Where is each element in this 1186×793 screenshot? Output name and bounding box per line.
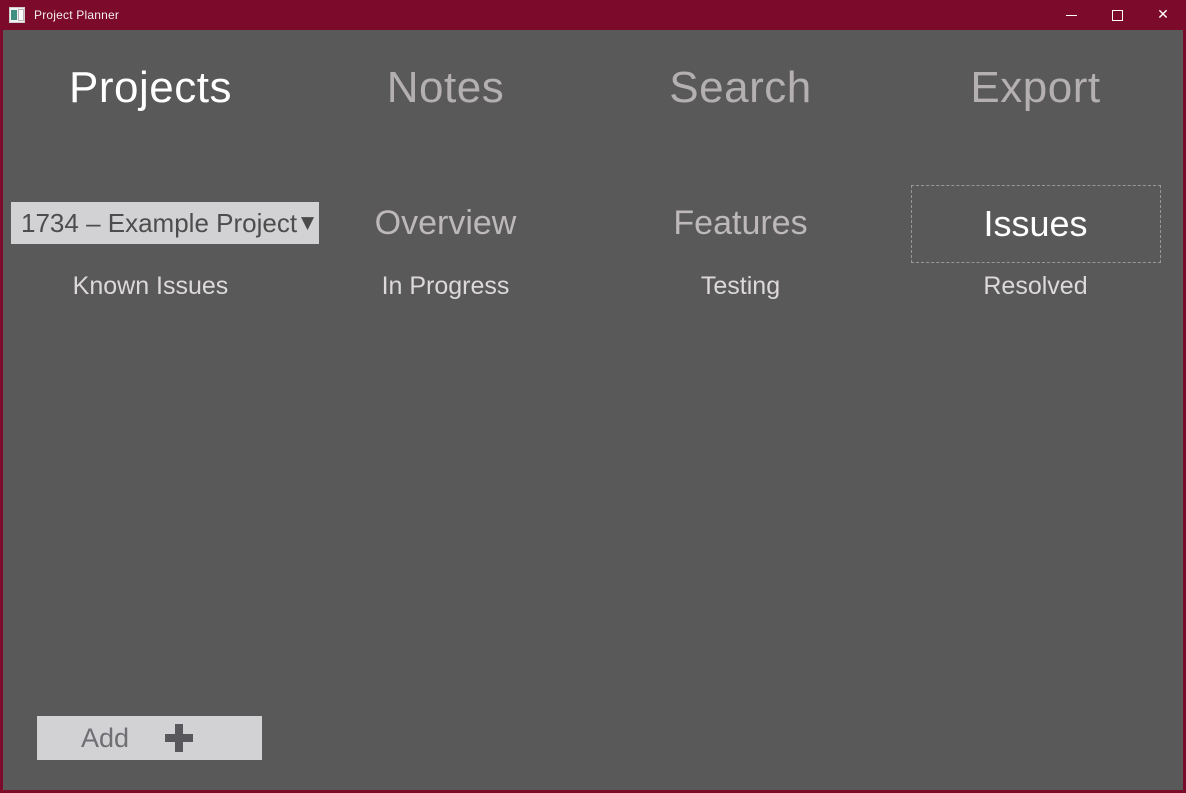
controls-row: 1734 – Example Project ▼ Overview Featur… <box>3 182 1183 264</box>
header-cell-search[interactable]: Search <box>593 52 888 124</box>
sublabel-known-issues[interactable]: Known Issues <box>73 271 229 301</box>
header-tab-export[interactable]: Export <box>970 63 1100 113</box>
maximize-button[interactable] <box>1094 0 1140 30</box>
app-window-icon <box>9 7 25 23</box>
sublabel-resolved[interactable]: Resolved <box>983 271 1087 301</box>
add-button[interactable]: Add <box>37 716 262 760</box>
app-icon-pane-right <box>18 9 24 21</box>
section-title-overview[interactable]: Overview <box>375 203 517 243</box>
sublabel-cell-known-issues[interactable]: Known Issues <box>3 264 298 308</box>
control-cell-features[interactable]: Features <box>593 182 888 264</box>
client-area: Projects Notes Search Export 1734 – Exam… <box>3 30 1183 790</box>
control-cell-overview[interactable]: Overview <box>298 182 593 264</box>
close-icon: ✕ <box>1157 7 1169 23</box>
close-button[interactable]: ✕ <box>1140 0 1186 30</box>
issues-button[interactable]: Issues <box>910 185 1161 263</box>
sublabel-in-progress[interactable]: In Progress <box>382 271 510 301</box>
control-cell-project: 1734 – Example Project ▼ <box>3 182 319 264</box>
sublabel-cell-testing[interactable]: Testing <box>593 264 888 308</box>
minimize-icon <box>1065 14 1077 16</box>
issues-button-label: Issues <box>983 203 1088 244</box>
maximize-icon <box>1111 9 1123 21</box>
add-button-label: Add <box>81 723 130 753</box>
header-tab-row: Projects Notes Search Export <box>3 52 1183 124</box>
control-cell-issues: Issues <box>888 182 1183 264</box>
sublabel-cell-in-progress[interactable]: In Progress <box>298 264 593 308</box>
sublabel-row: Known Issues In Progress Testing Resolve… <box>3 264 1183 308</box>
project-select-value: 1734 – Example Project <box>21 208 298 238</box>
sublabel-cell-resolved[interactable]: Resolved <box>888 264 1183 308</box>
sublabel-testing[interactable]: Testing <box>701 271 780 301</box>
header-tab-notes[interactable]: Notes <box>387 63 504 113</box>
header-cell-notes[interactable]: Notes <box>298 52 593 124</box>
plus-icon <box>165 724 194 752</box>
window-controls: ✕ <box>1048 0 1186 30</box>
application-window: Project Planner ✕ Projects Notes Search <box>0 0 1186 793</box>
titlebar[interactable]: Project Planner ✕ <box>0 0 1186 30</box>
header-tab-search[interactable]: Search <box>669 63 811 113</box>
section-title-features[interactable]: Features <box>673 203 807 243</box>
header-cell-export[interactable]: Export <box>888 52 1183 124</box>
minimize-button[interactable] <box>1048 0 1094 30</box>
project-select[interactable]: 1734 – Example Project ▼ <box>11 202 319 244</box>
header-tab-projects[interactable]: Projects <box>69 63 232 113</box>
app-icon-pane-left <box>11 10 17 20</box>
window-title: Project Planner <box>34 8 120 22</box>
header-cell-projects[interactable]: Projects <box>3 52 298 124</box>
